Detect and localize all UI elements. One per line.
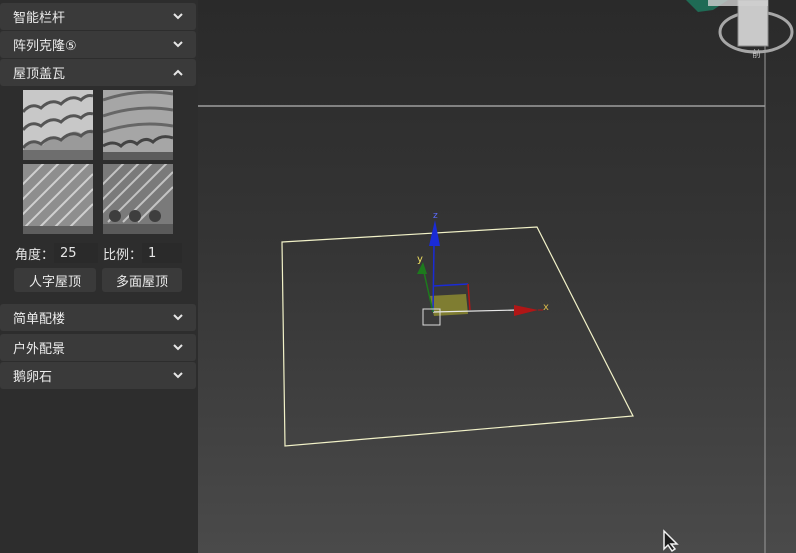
section-label: 屋顶盖瓦 bbox=[13, 67, 66, 82]
viewcube-front-face[interactable] bbox=[737, 0, 769, 47]
roof-tile-flat-ribbed-thumbnail[interactable] bbox=[23, 164, 93, 234]
section-array-clone[interactable]: 阵列克隆⑤ bbox=[0, 31, 196, 58]
x-axis-arrow-icon[interactable] bbox=[514, 305, 538, 316]
section-label: 简单配楼 bbox=[13, 312, 66, 327]
roof-tile-round-thumbnail[interactable] bbox=[23, 90, 93, 160]
viewcube-direction-label: 前 bbox=[752, 48, 761, 60]
y-axis-label: y bbox=[417, 254, 423, 265]
gizmo-xy-plane-handle[interactable] bbox=[429, 294, 468, 316]
section-smart-railing[interactable]: 智能栏杆 bbox=[0, 3, 196, 30]
section-label: 阵列克隆⑤ bbox=[13, 39, 77, 54]
chevron-down-icon bbox=[172, 370, 184, 382]
section-roof-tiles[interactable]: 屋顶盖瓦 bbox=[0, 59, 196, 86]
scale-param: 比例： 1 bbox=[103, 243, 183, 263]
chevron-up-icon bbox=[172, 67, 184, 79]
section-outdoor-scenery[interactable]: 户外配景 bbox=[0, 334, 196, 361]
section-label: 智能栏杆 bbox=[13, 11, 66, 26]
roof-tile-barrel-thumbnail[interactable] bbox=[103, 90, 173, 160]
tools-panel: 智能栏杆 阵列克隆⑤ 屋顶盖瓦 角度： 25 比例： 1 人字屋顶 多面屋顶 简… bbox=[0, 0, 198, 553]
chevron-down-icon bbox=[172, 342, 184, 354]
gizmo-y-axis-line[interactable] bbox=[422, 267, 434, 313]
transform-gizmo[interactable] bbox=[417, 220, 543, 326]
3d-viewport[interactable]: x y z 前 bbox=[198, 0, 796, 553]
scale-input[interactable]: 1 bbox=[142, 243, 183, 263]
scale-label: 比例： bbox=[103, 247, 143, 263]
x-axis-label: x bbox=[543, 302, 549, 313]
section-simple-building[interactable]: 简单配楼 bbox=[0, 304, 196, 331]
chevron-down-icon bbox=[172, 11, 184, 23]
gizmo-z-axis-line[interactable] bbox=[432, 244, 435, 313]
viewport-canvas: x y z 前 bbox=[198, 0, 794, 553]
section-label: 鹅卵石 bbox=[13, 370, 53, 385]
angle-label: 角度： bbox=[15, 247, 55, 263]
section-label: 户外配景 bbox=[13, 342, 66, 357]
angle-input[interactable]: 25 bbox=[54, 243, 99, 263]
roof-tile-ornament-thumbnail[interactable] bbox=[103, 164, 173, 234]
section-cobblestone[interactable]: 鹅卵石 bbox=[0, 362, 196, 389]
plane-object[interactable] bbox=[281, 226, 634, 447]
gable-roof-button[interactable]: 人字屋顶 bbox=[14, 268, 96, 292]
multi-face-roof-button[interactable]: 多面屋顶 bbox=[102, 268, 182, 292]
chevron-down-icon bbox=[172, 312, 184, 324]
viewcube[interactable]: 前 bbox=[686, 0, 794, 60]
chevron-down-icon bbox=[172, 39, 184, 51]
angle-param: 角度： 25 bbox=[15, 243, 99, 263]
z-axis-label: z bbox=[433, 211, 438, 221]
mouse-cursor-icon bbox=[663, 529, 679, 553]
